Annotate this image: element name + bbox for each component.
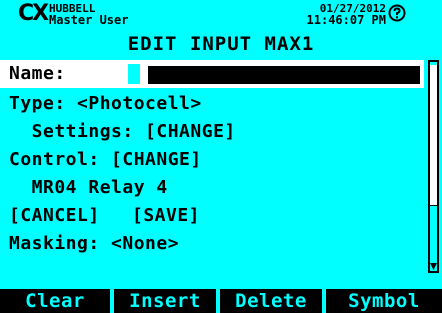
name-label: Name:: [9, 63, 66, 84]
masking-selector[interactable]: Masking: <None>: [9, 233, 179, 255]
time-readout: 11:46:07 PM: [306, 13, 386, 27]
cancel-button[interactable]: [CANCEL]: [9, 205, 100, 227]
scroll-down-icon[interactable]: [430, 263, 437, 271]
scroll-thumb[interactable]: [430, 65, 437, 206]
symbol-button[interactable]: Symbol: [326, 289, 442, 313]
page-title: EDIT INPUT MAX1: [127, 33, 315, 55]
name-cursor: [128, 64, 140, 84]
user-label: Master User: [49, 13, 129, 27]
softkey-bar: Clear Insert Delete Symbol: [0, 287, 442, 313]
insert-button[interactable]: Insert: [114, 289, 216, 313]
delete-button[interactable]: Delete: [220, 289, 322, 313]
type-selector[interactable]: Type: <Photocell>: [9, 93, 202, 115]
status-header: CX HUBBELL Master User 01/27/2012 11:46:…: [0, 0, 442, 34]
save-button[interactable]: [SAVE]: [132, 205, 200, 227]
settings-change-button[interactable]: Settings: [CHANGE]: [9, 121, 236, 143]
control-change-button[interactable]: Control: [CHANGE]: [9, 149, 202, 171]
relay-label: MR04 Relay 4: [9, 177, 168, 198]
clear-button[interactable]: Clear: [0, 289, 110, 313]
help-icon[interactable]: [388, 4, 406, 22]
name-row[interactable]: Name:: [0, 60, 424, 88]
name-input[interactable]: [148, 66, 420, 84]
scrollbar[interactable]: [428, 60, 439, 273]
cx-logo: CX: [18, 1, 49, 26]
